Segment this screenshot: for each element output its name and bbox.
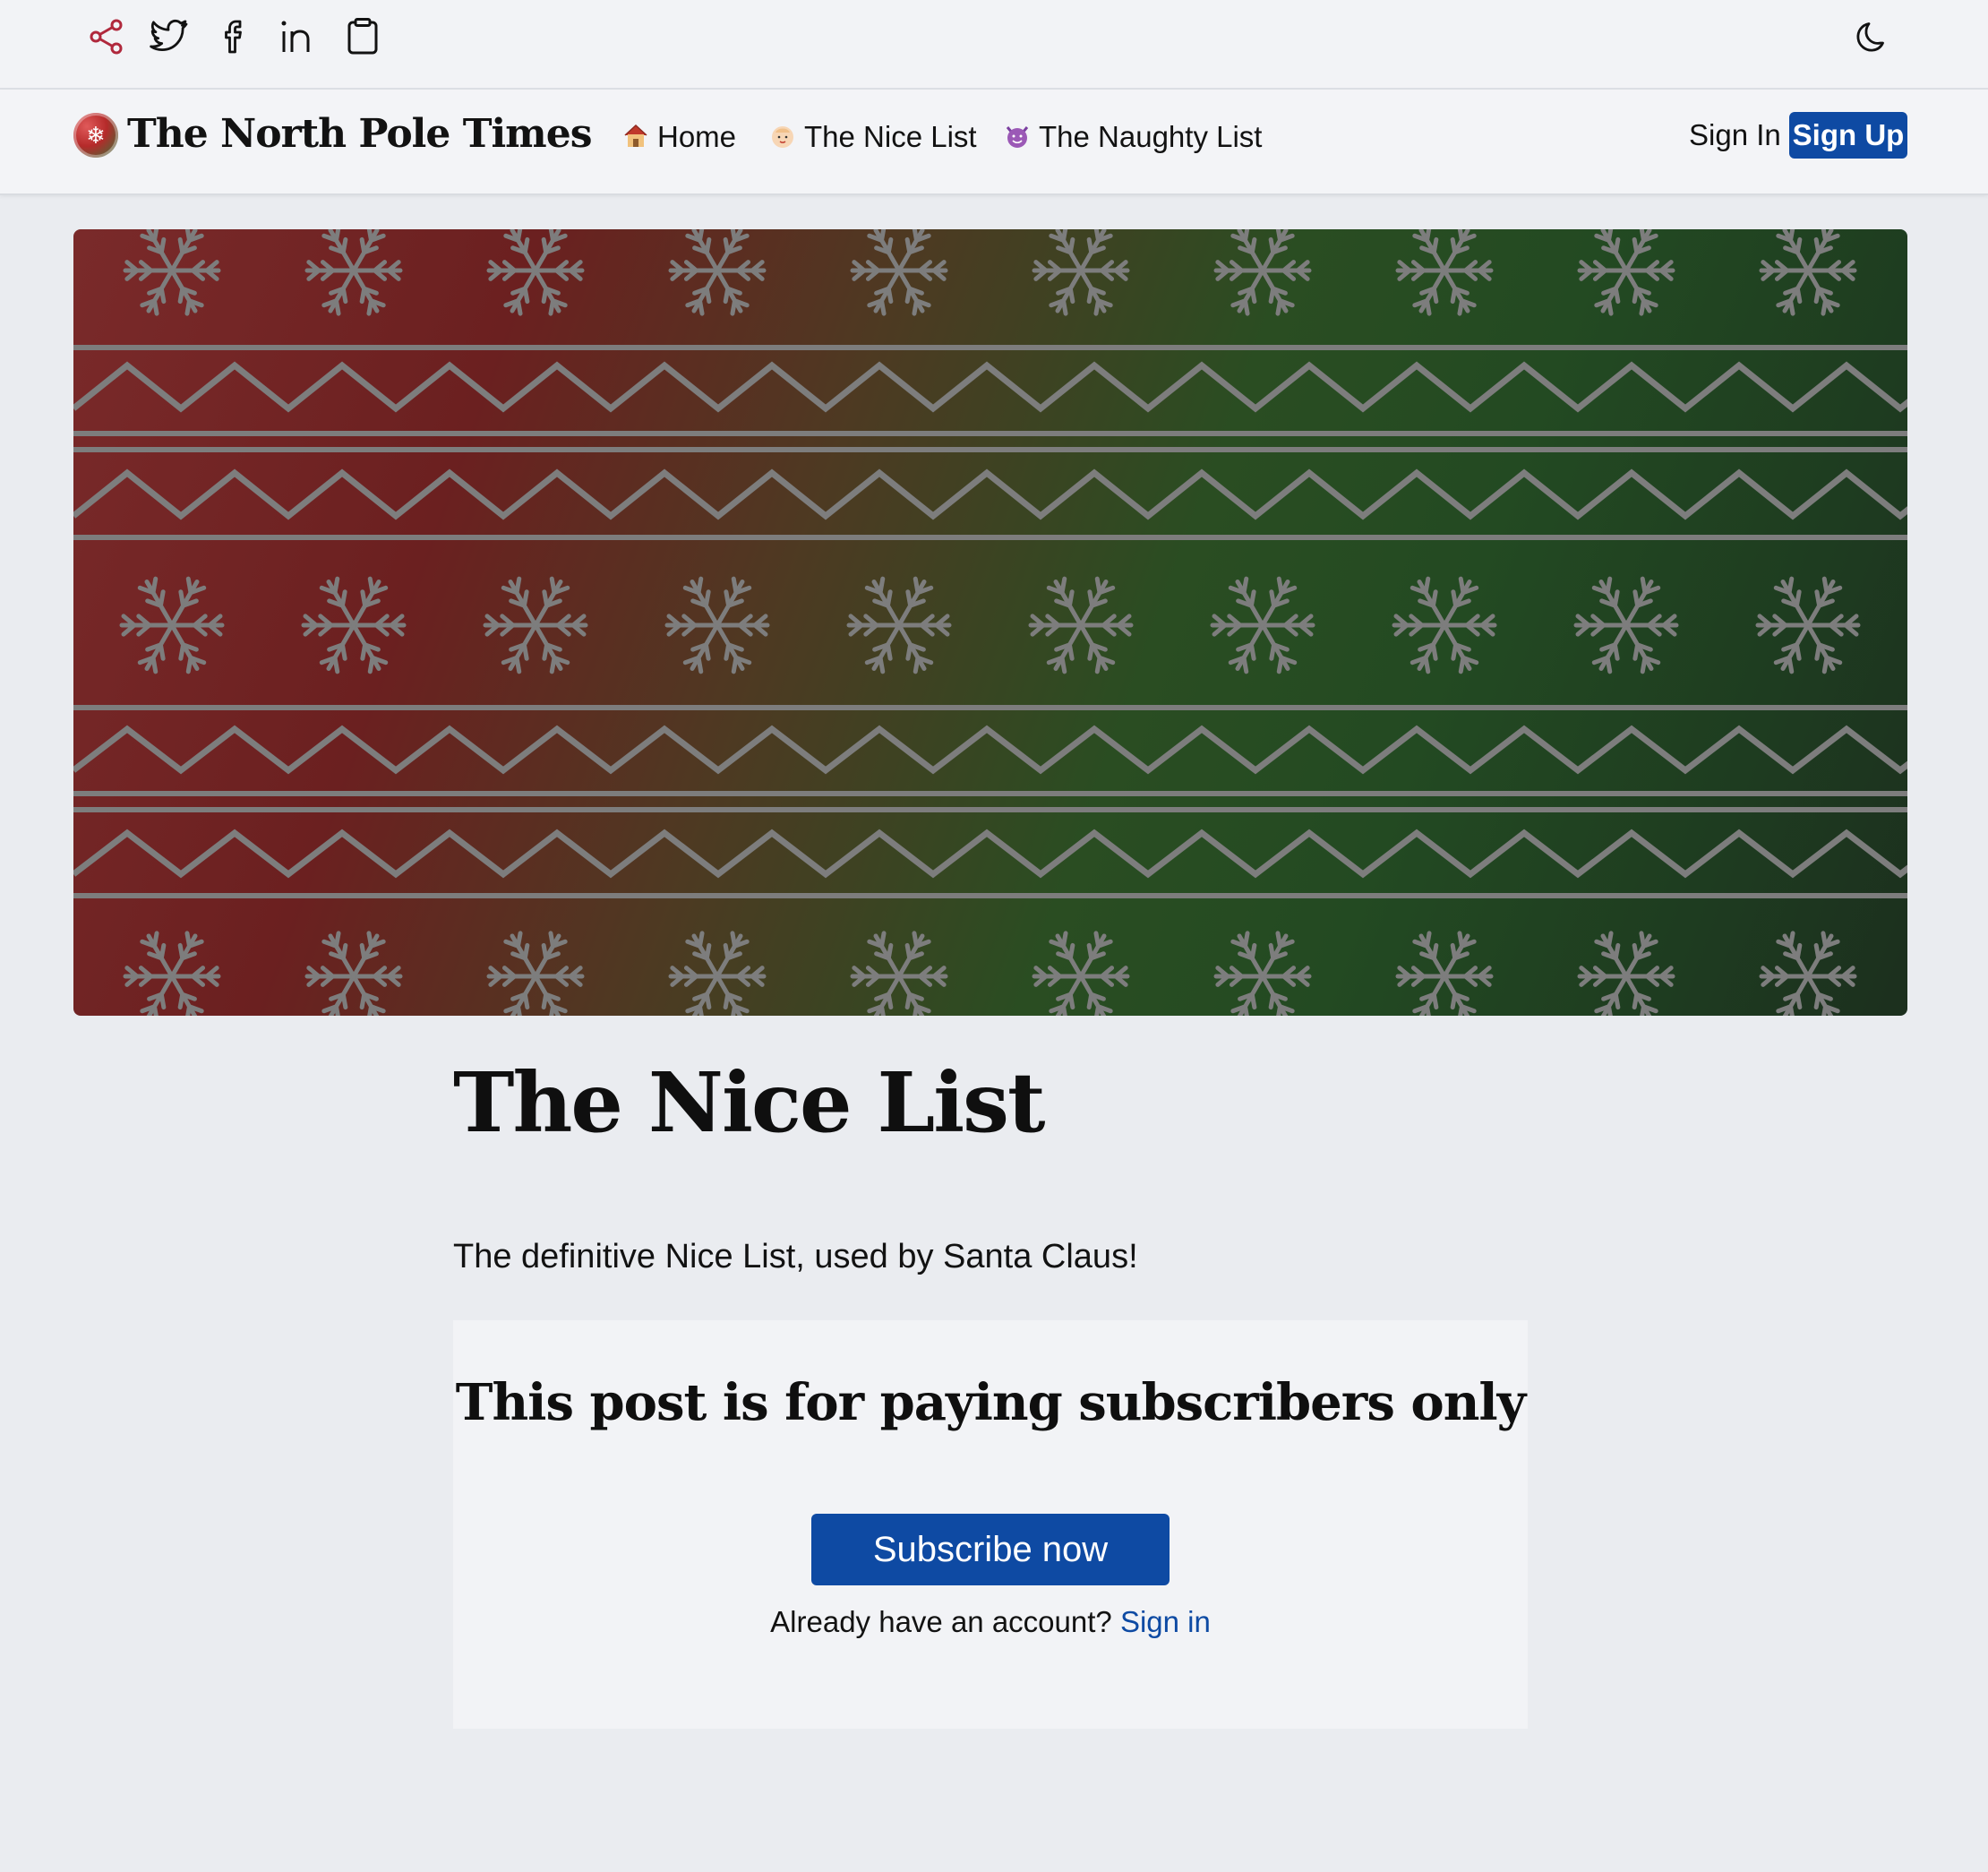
- share-icon[interactable]: [86, 16, 127, 57]
- house-icon: [624, 124, 647, 147]
- linkedin-icon[interactable]: [278, 16, 319, 57]
- paywall-heading: This post is for paying subscribers only: [455, 1373, 1526, 1432]
- site-title[interactable]: The North Pole Times: [127, 106, 592, 163]
- subscribe-button[interactable]: Subscribe now: [811, 1514, 1170, 1585]
- facebook-icon[interactable]: [215, 16, 256, 57]
- nav-naughty-list-label: The Naughty List: [1039, 120, 1263, 153]
- page-title: The Nice List: [453, 1054, 1045, 1151]
- baby-face-icon: [772, 126, 793, 148]
- paywall-card: This post is for paying subscribers only…: [453, 1320, 1528, 1729]
- article-excerpt: The definitive Nice List, used by Santa …: [453, 1238, 1138, 1275]
- nav-home-label: Home: [657, 120, 737, 153]
- clipboard-icon[interactable]: [342, 16, 383, 57]
- account-prompt-text: Already have an account?: [770, 1605, 1112, 1638]
- snowflake-badge-icon[interactable]: ❄: [73, 113, 118, 158]
- nav-nice-list-label: The Nice List: [804, 120, 977, 153]
- christmas-sweater-pattern: [73, 229, 1907, 1016]
- nav-home[interactable]: Home: [621, 113, 736, 161]
- account-prompt: Already have an account? Sign in: [453, 1600, 1528, 1644]
- nav-naughty-list[interactable]: The Naughty List: [1003, 113, 1262, 161]
- share-bar: [0, 0, 1988, 90]
- hero-image: [73, 229, 1907, 1016]
- smiling-devil-icon: [1006, 126, 1029, 148]
- site-header: ❄ The North Pole Times Home The Nice Lis…: [0, 90, 1988, 195]
- sign-up-button[interactable]: Sign Up: [1789, 112, 1907, 159]
- paywall-sign-in-link[interactable]: Sign in: [1120, 1605, 1211, 1638]
- moon-icon[interactable]: [1850, 16, 1891, 57]
- sign-in-link[interactable]: Sign In: [1689, 111, 1781, 159]
- nav-nice-list[interactable]: The Nice List: [768, 113, 977, 161]
- twitter-icon[interactable]: [149, 16, 190, 57]
